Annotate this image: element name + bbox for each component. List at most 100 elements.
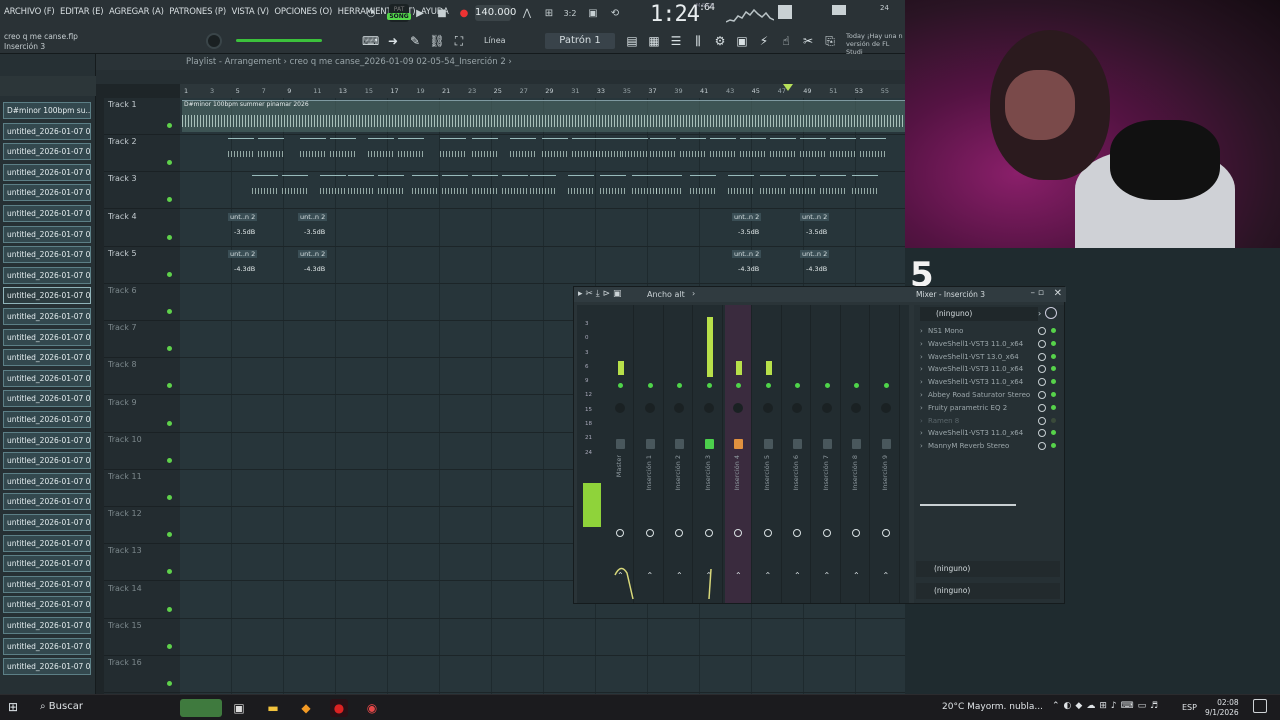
browser-item[interactable]: D#minor 100bpm su... [3,102,91,119]
mixer-strip[interactable]: Master ⌃ [607,305,634,603]
track-mute-led[interactable] [167,197,172,203]
mixer-width-mode[interactable]: Ancho alt [647,290,685,299]
track-mute-led[interactable] [167,234,172,240]
audio-clip[interactable] [412,175,438,205]
volume-fader[interactable] [734,439,743,449]
mixer-strip[interactable]: Inserción 3 ⌃ [696,305,723,603]
audio-clip[interactable] [710,138,736,168]
mixer-tools-icon[interactable]: ▸ ✂ ⤓ ⊳ ▣ [578,289,622,299]
volume-fader[interactable] [822,439,832,449]
menu-file[interactable]: ARCHIVO (F) [4,7,55,17]
track-mute-led[interactable] [167,681,172,686]
fx-mix-knob[interactable] [1038,416,1046,425]
strip-enable-led[interactable] [736,383,741,388]
menu-edit[interactable]: EDITAR (E) [60,7,104,17]
audio-clip[interactable] [690,175,716,205]
volume-fader[interactable] [881,439,891,449]
fx-slot[interactable]: › Abbey Road Saturator Stereo [920,389,1058,401]
chevron-right-icon[interactable]: › [692,289,695,298]
audio-clip[interactable] [442,175,468,205]
chevron-right-icon[interactable]: › [1038,309,1041,318]
audio-clip[interactable] [398,138,424,168]
track-mute-led[interactable] [167,606,172,612]
menu-add[interactable]: AGREGAR (A) [109,7,164,17]
obs-app-icon[interactable]: ● [330,699,348,717]
browser-item[interactable]: untitled_2026-01-07 01-... [3,205,91,222]
metronome-icon[interactable]: ⋀ [520,4,534,22]
stamp-icon[interactable]: ⛶ [451,33,467,49]
pattern-selector[interactable]: Patrón 1 [545,33,615,49]
browser-item[interactable]: untitled_2026-01-07 01-... [3,658,91,676]
audio-clip[interactable] [800,138,826,168]
weather-widget[interactable]: 20°C Mayorm. nubla... [942,702,1043,712]
audio-clip[interactable] [632,175,658,205]
browser-item[interactable]: untitled_2026-01-07 01-... [3,390,91,408]
audio-clip[interactable] [440,138,466,168]
channel-rack-icon[interactable]: ☰ [668,33,684,49]
fx-mix-knob[interactable] [1038,442,1046,451]
clip-label[interactable]: unt..n 2 [228,249,258,258]
browser-icon[interactable]: ▣ [734,33,750,49]
strip-enable-led[interactable] [883,383,889,388]
fx-mix-knob[interactable] [1038,365,1046,374]
strip-enable-led[interactable] [647,383,653,388]
audio-clip[interactable] [572,138,598,168]
pan-knob[interactable] [792,403,802,413]
mixer-strip[interactable]: Inserción 8 ⌃ [843,305,870,603]
volume-fader[interactable] [616,439,625,449]
audio-clip[interactable] [728,175,754,205]
track-header[interactable]: Track 10 [104,433,180,470]
clip-label[interactable]: unt..n 2 [298,249,328,258]
audio-clip[interactable] [228,138,254,168]
track-mute-led[interactable] [167,271,172,277]
language-indicator[interactable]: ESP [1182,703,1197,712]
master-volume-slider[interactable] [236,39,322,42]
minimize-icon[interactable]: – ▫ [1031,288,1044,298]
track-mute-led[interactable] [167,495,172,500]
pan-knob[interactable] [674,403,684,413]
track-header[interactable]: Track 8 [104,358,180,396]
route-icon[interactable] [734,529,742,537]
record-button[interactable]: ● [458,4,470,22]
audio-clip[interactable] [770,138,796,168]
audio-clip[interactable] [542,138,568,168]
track-lane[interactable] [180,247,905,284]
audio-clip[interactable] [860,138,886,168]
timeline-ruler[interactable]: 1591317212529333741454953573711151923273… [180,84,915,98]
audio-clip[interactable] [650,138,676,168]
taskbar-search[interactable]: ⌕ Buscar [40,701,83,712]
fx-enable-led[interactable] [1051,392,1056,397]
track-header[interactable]: Track 9 [104,396,180,433]
volume-fader[interactable] [645,439,655,449]
track-header[interactable]: Track 15 [104,619,180,656]
browser-item[interactable]: untitled_2026-01-07 01-... [3,575,91,593]
route-icon[interactable] [704,529,713,537]
song-mode-toggle[interactable]: PAT SONG [387,4,411,22]
browser-item[interactable]: untitled_2026-01-07 01-... [3,287,91,305]
audio-clip[interactable] [258,138,284,168]
tempo-display[interactable]: 140.000 [475,5,516,21]
pan-knob[interactable] [733,403,743,413]
track-mute-led[interactable] [167,123,172,128]
audio-clip[interactable] [596,138,622,168]
audio-clip[interactable] [472,138,498,168]
blend-notes-icon[interactable]: ▣ [585,4,601,22]
mixer-strip[interactable]: Inserción 4 ⌃ [725,305,752,603]
pan-knob[interactable] [703,403,714,413]
audio-clip[interactable] [830,138,856,168]
audio-clip[interactable] [622,138,648,168]
browser-item[interactable]: untitled_2026-01-07 01-... [3,143,91,161]
track-header[interactable]: Track 3 [104,172,180,210]
mixer-strip[interactable]: Inserción 9 ⌃ [873,305,900,603]
browser-item[interactable]: untitled_2026-01-07 01-... [3,534,91,552]
track-header[interactable]: Track 12 [104,507,180,545]
track-header[interactable]: Track 4 [104,210,180,247]
audio-clip[interactable] [600,175,626,205]
pan-knob[interactable] [851,403,861,413]
clip-label[interactable]: unt..n 2 [732,212,762,221]
fx-enable-led[interactable] [1051,417,1056,423]
fx-enable-led[interactable] [1051,430,1056,436]
track-header[interactable]: Track 14 [104,582,180,619]
fx-slot[interactable]: › WaveShell1-VST3 11.0_x64 [920,427,1058,439]
audio-clip[interactable]: D#minor 100bpm summer pinamar 2026 [182,100,905,132]
